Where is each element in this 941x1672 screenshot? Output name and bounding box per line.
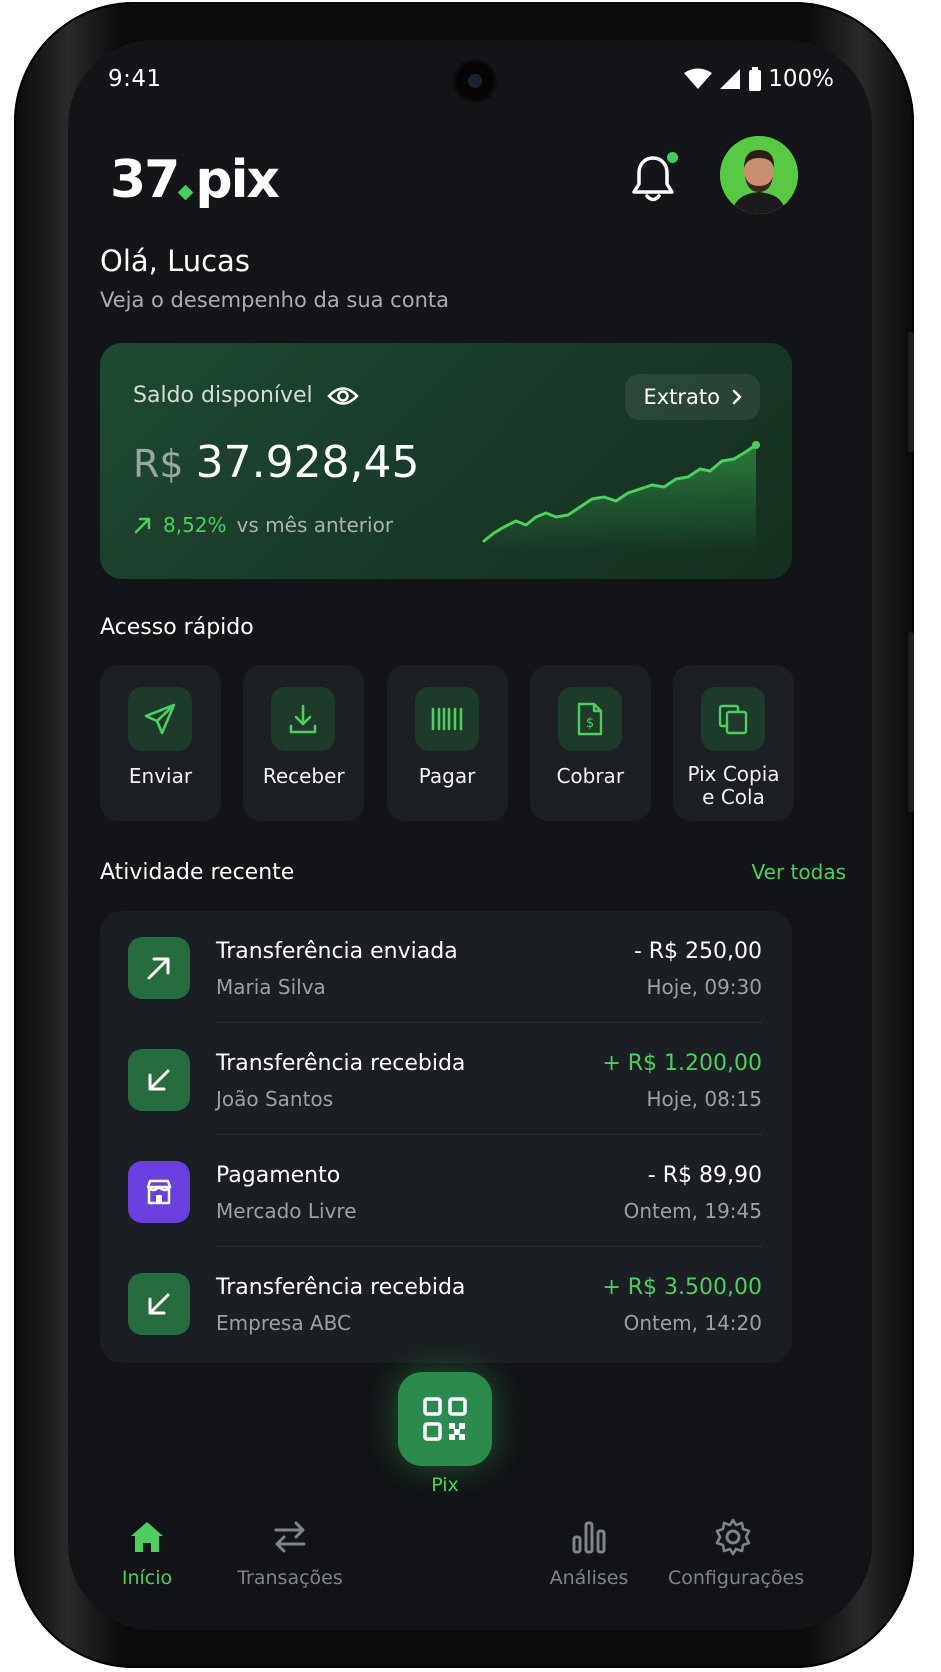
nav-home[interactable]: Início — [108, 1517, 186, 1589]
volume-button — [908, 632, 914, 812]
arrow-down-left-icon — [128, 1049, 190, 1111]
phone-frame: 9:41 100% 37 pix Olá, Lucas Veja o desem… — [14, 2, 914, 1668]
list-item[interactable]: Pagamento Mercado Livre - R$ 89,90 Ontem… — [100, 1135, 792, 1247]
balance-card: Saldo disponível Extrato R$ 37.928,45 8,5… — [100, 343, 792, 579]
eye-icon[interactable] — [326, 385, 359, 407]
swap-icon — [274, 1521, 306, 1553]
tx-amount: + R$ 3.500,00 — [602, 1275, 762, 1300]
activity-list: Transferência enviada Maria Silva - R$ 2… — [100, 911, 792, 1363]
nav-analytics[interactable]: Análises — [544, 1517, 634, 1589]
bar-chart-icon — [572, 1521, 606, 1554]
download-icon — [271, 687, 336, 751]
tx-amount: + R$ 1.200,00 — [602, 1051, 762, 1076]
status-bar: 9:41 100% — [68, 40, 872, 124]
status-icons: 100% — [684, 66, 834, 92]
quick-pix-copy-line1: Pix Copia — [687, 762, 780, 786]
tx-title: Transferência recebida — [216, 1275, 466, 1300]
user-avatar-icon — [720, 136, 798, 214]
balance-label: Saldo disponível — [133, 383, 313, 408]
logo-text: pix — [195, 150, 280, 210]
quick-access-title: Acesso rápido — [100, 615, 254, 640]
balance-currency: R$ — [133, 442, 184, 486]
greeting-title: Olá, Lucas — [100, 244, 250, 278]
arrow-up-right-icon — [128, 937, 190, 999]
change-text: vs mês anterior — [236, 513, 394, 537]
send-icon — [128, 687, 192, 751]
statement-button[interactable]: Extrato — [625, 374, 760, 420]
balance-change: 8,52% vs mês anterior — [133, 513, 393, 537]
quick-receive-label: Receber — [262, 764, 345, 788]
logo-diamond-icon — [178, 184, 194, 201]
chevron-right-icon — [732, 389, 742, 405]
tx-party: Empresa ABC — [216, 1311, 351, 1335]
quick-access-row: Enviar Receber Pagar $ Cobrar Pix Copia … — [100, 665, 794, 821]
nav-home-label: Início — [121, 1567, 173, 1589]
copy-icon — [701, 687, 765, 751]
store-icon — [128, 1161, 190, 1223]
barcode-icon — [414, 687, 479, 751]
list-item[interactable]: Transferência recebida Empresa ABC + R$ … — [100, 1247, 792, 1359]
pix-button[interactable] — [398, 1372, 492, 1466]
screen: 9:41 100% 37 pix Olá, Lucas Veja o desem… — [68, 40, 872, 1630]
nav-settings-label: Configurações — [668, 1567, 805, 1589]
battery-percent: 100% — [768, 66, 834, 92]
change-percent: 8,52% — [163, 513, 227, 537]
tx-title: Pagamento — [216, 1163, 341, 1188]
invoice-icon: $ — [557, 687, 622, 751]
nav-transactions-label: Transações — [237, 1567, 343, 1589]
notification-badge — [667, 152, 678, 163]
status-time: 9:41 — [108, 66, 162, 92]
quick-pay-button[interactable]: Pagar — [386, 665, 508, 821]
gear-icon — [715, 1518, 751, 1556]
arrow-down-left-icon — [128, 1273, 190, 1335]
activity-title: Atividade recente — [100, 860, 295, 885]
svg-text:$: $ — [586, 716, 594, 731]
quick-pix-copy-button[interactable]: Pix Copia e Cola — [673, 665, 794, 821]
balance-amount: R$ 37.928,45 — [133, 437, 420, 488]
qr-code-icon — [423, 1397, 467, 1441]
balance-sparkline — [482, 441, 760, 551]
quick-send-label: Enviar — [128, 764, 193, 788]
list-item[interactable]: Transferência enviada Maria Silva - R$ 2… — [100, 911, 792, 1023]
app-logo: 37 pix — [110, 150, 280, 210]
tx-time: Hoje, 09:30 — [646, 975, 763, 999]
tx-party: Mercado Livre — [216, 1199, 357, 1223]
notifications-button[interactable] — [630, 152, 678, 204]
quick-send-button[interactable]: Enviar — [100, 665, 221, 821]
battery-icon — [749, 67, 762, 91]
tx-time: Hoje, 08:15 — [646, 1087, 763, 1111]
signal-icon — [720, 69, 741, 89]
wifi-icon — [684, 68, 713, 89]
quick-pix-copy-line2: e Cola — [702, 785, 765, 809]
quick-charge-label: Cobrar — [556, 764, 625, 788]
tx-party: João Santos — [216, 1087, 334, 1111]
tx-time: Ontem, 14:20 — [623, 1311, 762, 1335]
nav-settings[interactable]: Configurações — [668, 1517, 804, 1589]
avatar[interactable] — [720, 136, 798, 214]
balance-value: 37.928,45 — [195, 437, 420, 488]
nav-analytics-label: Análises — [549, 1567, 629, 1589]
home-icon — [131, 1522, 163, 1552]
tx-title: Transferência enviada — [216, 939, 458, 964]
balance-label-row: Saldo disponível — [133, 383, 359, 408]
pix-label: Pix — [431, 1474, 459, 1496]
tx-amount: - R$ 250,00 — [633, 939, 762, 964]
tx-amount: - R$ 89,90 — [647, 1163, 762, 1188]
nav-transactions[interactable]: Transações — [230, 1517, 350, 1589]
front-camera — [456, 62, 494, 100]
power-button — [908, 332, 914, 452]
statement-label: Extrato — [643, 385, 720, 409]
quick-pix-copy-label: Pix Copia e Cola — [673, 763, 794, 809]
see-all-link[interactable]: Ver todas — [752, 860, 846, 884]
quick-pay-label: Pagar — [418, 764, 476, 788]
quick-receive-button[interactable]: Receber — [243, 665, 365, 821]
list-item[interactable]: Transferência recebida João Santos + R$ … — [100, 1023, 792, 1135]
logo-number: 37 — [110, 150, 180, 210]
tx-time: Ontem, 19:45 — [623, 1199, 762, 1223]
trend-up-icon — [134, 517, 151, 534]
tx-party: Maria Silva — [216, 975, 326, 999]
greeting-subtitle: Veja o desempenho da sua conta — [100, 288, 449, 312]
quick-charge-button[interactable]: $ Cobrar — [529, 665, 651, 821]
tx-title: Transferência recebida — [216, 1051, 466, 1076]
